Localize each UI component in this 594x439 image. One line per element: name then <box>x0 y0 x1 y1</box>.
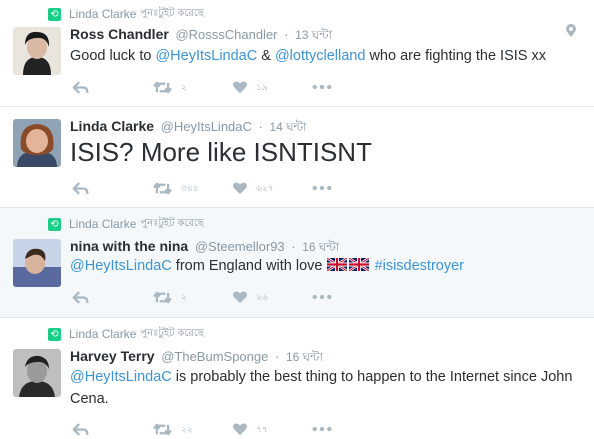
more-button[interactable] <box>312 294 332 300</box>
author-name[interactable]: Linda Clarke <box>70 118 154 134</box>
retweet-label: পুনঃটুইট করেছে <box>140 327 204 339</box>
author-name[interactable]: nina with the nina <box>70 238 188 254</box>
retweet-context: ⟲ Linda Clarke পুনঃটুইট করেছে <box>48 6 204 22</box>
separator: · <box>274 349 280 364</box>
text-part: & <box>257 48 275 64</box>
like-button[interactable]: ৭৭ <box>232 422 312 437</box>
more-button[interactable] <box>312 426 332 432</box>
reply-button[interactable] <box>72 290 152 305</box>
more-icon <box>312 426 332 432</box>
mention-link[interactable]: @HeyItsLindaC <box>155 48 257 64</box>
retweeter-name[interactable]: Linda Clarke <box>69 7 136 21</box>
like-icon <box>232 181 248 195</box>
like-icon <box>232 290 248 304</box>
like-count: ১৯ <box>256 82 268 93</box>
retweet-icon: ⟲ <box>48 7 61 21</box>
like-count: ৭৭ <box>256 424 268 435</box>
retweet-button[interactable]: ৩৪৪ <box>152 181 232 196</box>
reply-icon <box>72 422 90 437</box>
retweet-icon <box>152 422 173 437</box>
like-count: ৬২৭ <box>256 183 274 194</box>
author-handle[interactable]: @Steemellor93 <box>195 239 285 254</box>
more-icon <box>312 294 332 300</box>
timestamp[interactable]: 14 ঘন্টা <box>270 120 307 134</box>
author-handle[interactable]: @RosssChandler <box>175 27 277 42</box>
timestamp[interactable]: 16 ঘন্টা <box>302 240 339 254</box>
avatar[interactable] <box>13 27 61 75</box>
retweet-icon: ⟲ <box>48 327 61 341</box>
retweet-count: ২ <box>181 82 187 93</box>
like-button[interactable]: ৬২৭ <box>232 181 312 196</box>
retweet-count: ৩৪৪ <box>181 183 199 194</box>
tweet-text: @HeyItsLindaC is probably the best thing… <box>70 366 580 410</box>
retweet-icon <box>152 290 173 305</box>
tweet[interactable]: Linda Clarke @HeyItsLindaC · 14 ঘন্টা IS… <box>0 107 594 208</box>
reply-icon <box>72 290 90 305</box>
retweet-button[interactable]: ২২ <box>152 422 232 437</box>
separator: · <box>291 239 296 254</box>
more-button[interactable] <box>312 84 332 90</box>
retweet-icon: ⟲ <box>48 217 61 231</box>
author-handle[interactable]: @TheBumSponge <box>161 349 268 364</box>
separator: · <box>284 27 289 42</box>
retweet-button[interactable]: ২ <box>152 290 232 305</box>
tweet-actions: ২ ২৬ <box>72 288 332 306</box>
reply-button[interactable] <box>72 80 152 95</box>
reply-button[interactable] <box>72 181 152 196</box>
mention-link[interactable]: @HeyItsLindaC <box>70 369 172 385</box>
avatar[interactable] <box>13 349 61 397</box>
tweet-text: @HeyItsLindaC from England with love #is… <box>70 255 580 277</box>
location-pin-icon[interactable] <box>566 24 576 38</box>
like-button[interactable]: ১৯ <box>232 80 312 95</box>
text-part: who are fighting the ISIS xx <box>365 48 546 64</box>
more-button[interactable] <box>312 185 332 191</box>
author-name[interactable]: Ross Chandler <box>70 26 169 42</box>
retweet-button[interactable]: ২ <box>152 80 232 95</box>
tweet-actions: ২ ১৯ <box>72 78 332 96</box>
mention-link[interactable]: @lottyclelland <box>275 48 365 64</box>
tweet[interactable]: ⟲ Linda Clarke পুনঃটুইট করেছে Ross Chand… <box>0 0 594 107</box>
tweet-actions: ২২ ৭৭ <box>72 420 332 438</box>
text-part: Good luck to <box>70 48 156 64</box>
tweet[interactable]: ⟲ Linda Clarke পুনঃটুইট করেছে nina with … <box>0 208 594 318</box>
avatar[interactable] <box>13 239 61 287</box>
retweet-icon <box>152 181 173 196</box>
reply-icon <box>72 181 90 196</box>
tweet-text: ISIS? More like ISNTISNT <box>70 137 372 167</box>
retweet-icon <box>152 80 173 95</box>
mention-link[interactable]: @HeyItsLindaC <box>70 258 172 274</box>
hashtag-link[interactable]: #isisdestroyer <box>375 258 464 274</box>
separator: · <box>258 119 263 134</box>
retweeter-name[interactable]: Linda Clarke <box>69 217 136 231</box>
author-handle[interactable]: @HeyItsLindaC <box>161 119 252 134</box>
retweeter-name[interactable]: Linda Clarke <box>69 327 136 341</box>
like-count: ২৬ <box>256 292 268 303</box>
tweet-actions: ৩৪৪ ৬২৭ <box>72 179 332 197</box>
avatar[interactable] <box>13 119 61 167</box>
tweet-text: Good luck to @HeyItsLindaC & @lottyclell… <box>70 45 580 67</box>
like-button[interactable]: ২৬ <box>232 290 312 305</box>
more-icon <box>312 84 332 90</box>
timestamp[interactable]: 13 ঘন্টা <box>295 28 332 42</box>
uk-flag-icon <box>327 258 347 271</box>
like-icon <box>232 80 248 94</box>
tweet[interactable]: ⟲ Linda Clarke পুনঃটুইট করেছে Harvey Ter… <box>0 318 594 439</box>
timestamp[interactable]: 16 ঘন্টা <box>286 350 323 364</box>
retweet-count: ২ <box>181 292 187 303</box>
reply-icon <box>72 80 90 95</box>
reply-button[interactable] <box>72 422 152 437</box>
more-icon <box>312 185 332 191</box>
retweet-context: ⟲ Linda Clarke পুনঃটুইট করেছে <box>48 216 204 232</box>
retweet-context: ⟲ Linda Clarke পুনঃটুইট করেছে <box>48 326 204 342</box>
uk-flag-icon <box>349 258 369 271</box>
tweet-header: Ross Chandler @RosssChandler · 13 ঘন্টা <box>70 26 332 47</box>
author-name[interactable]: Harvey Terry <box>70 348 155 364</box>
retweet-count: ২২ <box>181 424 193 435</box>
retweet-label: পুনঃটুইট করেছে <box>140 217 204 229</box>
like-icon <box>232 422 248 436</box>
tweet-header: Linda Clarke @HeyItsLindaC · 14 ঘন্টা <box>70 118 307 139</box>
retweet-label: পুনঃটুইট করেছে <box>140 7 204 19</box>
text-part: from England with love <box>171 258 327 274</box>
